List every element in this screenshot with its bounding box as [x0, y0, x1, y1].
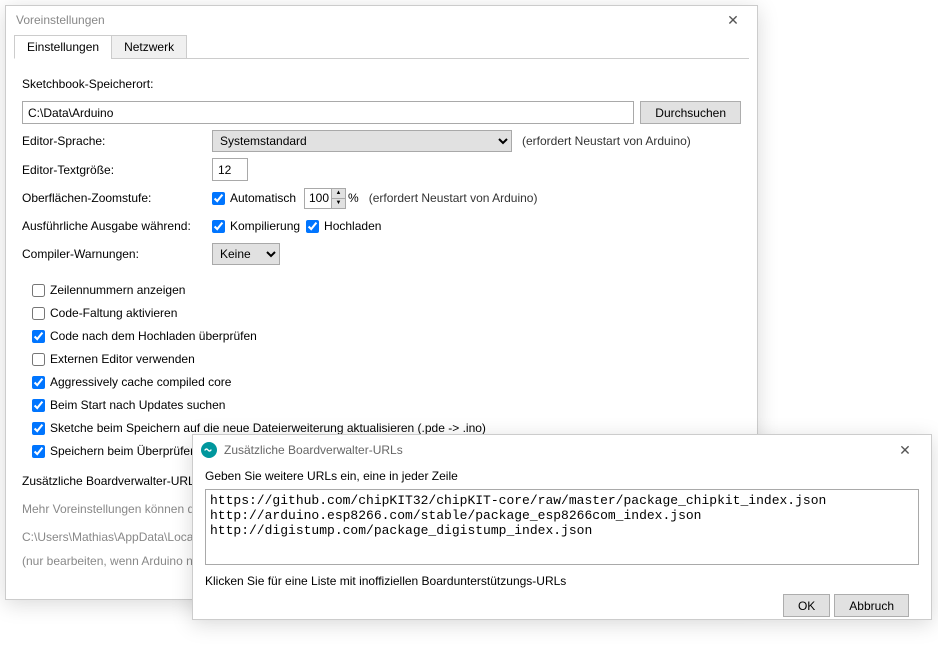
dialog-hint: Geben Sie weitere URLs ein, eine in jede… — [205, 469, 919, 483]
window-title: Voreinstellungen — [16, 13, 105, 27]
editor-language-select[interactable]: Systemstandard — [212, 130, 512, 152]
verbose-label: Ausführliche Ausgabe während: — [22, 219, 212, 233]
board-urls-dialog: Zusätzliche Boardverwalter-URLs ✕ Geben … — [192, 434, 932, 620]
boards-url-label: Zusätzliche Boardverwalter-URLs: — [22, 474, 204, 488]
dialog-titlebar[interactable]: Zusätzliche Boardverwalter-URLs ✕ — [193, 435, 931, 465]
zoom-auto-checkbox[interactable]: Automatisch — [212, 191, 296, 205]
font-size-label: Editor-Textgröße: — [22, 163, 212, 177]
external-editor-checkbox[interactable]: Externen Editor verwenden — [32, 352, 195, 366]
editor-language-label: Editor-Sprache: — [22, 134, 212, 148]
more-prefs-line3: (nur bearbeiten, wenn Arduino nich — [22, 554, 208, 568]
unofficial-list-link[interactable]: Klicken Sie für eine Liste mit inoffizie… — [205, 574, 919, 588]
zoom-percent: % — [348, 191, 359, 205]
more-prefs-line1: Mehr Voreinstellungen können direk — [22, 502, 213, 516]
chevron-up-icon: ▲ — [332, 189, 345, 199]
tab-network[interactable]: Netzwerk — [111, 35, 187, 59]
restart-hint: (erfordert Neustart von Arduino) — [522, 134, 691, 148]
ok-button[interactable]: OK — [783, 594, 830, 617]
dialog-title: Zusätzliche Boardverwalter-URLs — [224, 443, 403, 457]
titlebar[interactable]: Voreinstellungen ✕ — [6, 6, 757, 34]
font-size-input[interactable] — [212, 158, 248, 181]
zoom-restart-hint: (erfordert Neustart von Arduino) — [369, 191, 538, 205]
zoom-label: Oberflächen-Zoomstufe: — [22, 191, 212, 205]
close-icon[interactable]: ✕ — [717, 8, 749, 32]
more-prefs-line2: C:\Users\Mathias\AppData\Local\Ar — [22, 530, 211, 544]
zoom-spinner[interactable]: 100 ▲▼ — [304, 188, 346, 209]
tab-settings[interactable]: Einstellungen — [14, 35, 112, 59]
verbose-upload-checkbox[interactable]: Hochladen — [306, 219, 381, 233]
urls-textarea[interactable] — [205, 489, 919, 565]
verify-upload-checkbox[interactable]: Code nach dem Hochladen überprüfen — [32, 329, 257, 343]
cancel-button[interactable]: Abbruch — [834, 594, 909, 617]
tabs: Einstellungen Netzwerk — [14, 34, 749, 59]
warnings-select[interactable]: Keine — [212, 243, 280, 265]
arduino-logo-icon — [201, 442, 217, 458]
close-icon[interactable]: ✕ — [885, 437, 925, 463]
linenumbers-checkbox[interactable]: Zeilennummern anzeigen — [32, 283, 185, 297]
sketchbook-path-input[interactable] — [22, 101, 634, 124]
verbose-compile-checkbox[interactable]: Kompilierung — [212, 219, 300, 233]
browse-button[interactable]: Durchsuchen — [640, 101, 741, 124]
codefold-checkbox[interactable]: Code-Faltung aktivieren — [32, 306, 177, 320]
chevron-down-icon: ▼ — [332, 199, 345, 208]
update-extension-checkbox[interactable]: Sketche beim Speichern auf die neue Date… — [32, 421, 486, 435]
warnings-label: Compiler-Warnungen: — [22, 247, 212, 261]
sketchbook-label: Sketchbook-Speicherort: — [22, 77, 153, 91]
check-updates-checkbox[interactable]: Beim Start nach Updates suchen — [32, 398, 225, 412]
aggressive-cache-checkbox[interactable]: Aggressively cache compiled core — [32, 375, 231, 389]
